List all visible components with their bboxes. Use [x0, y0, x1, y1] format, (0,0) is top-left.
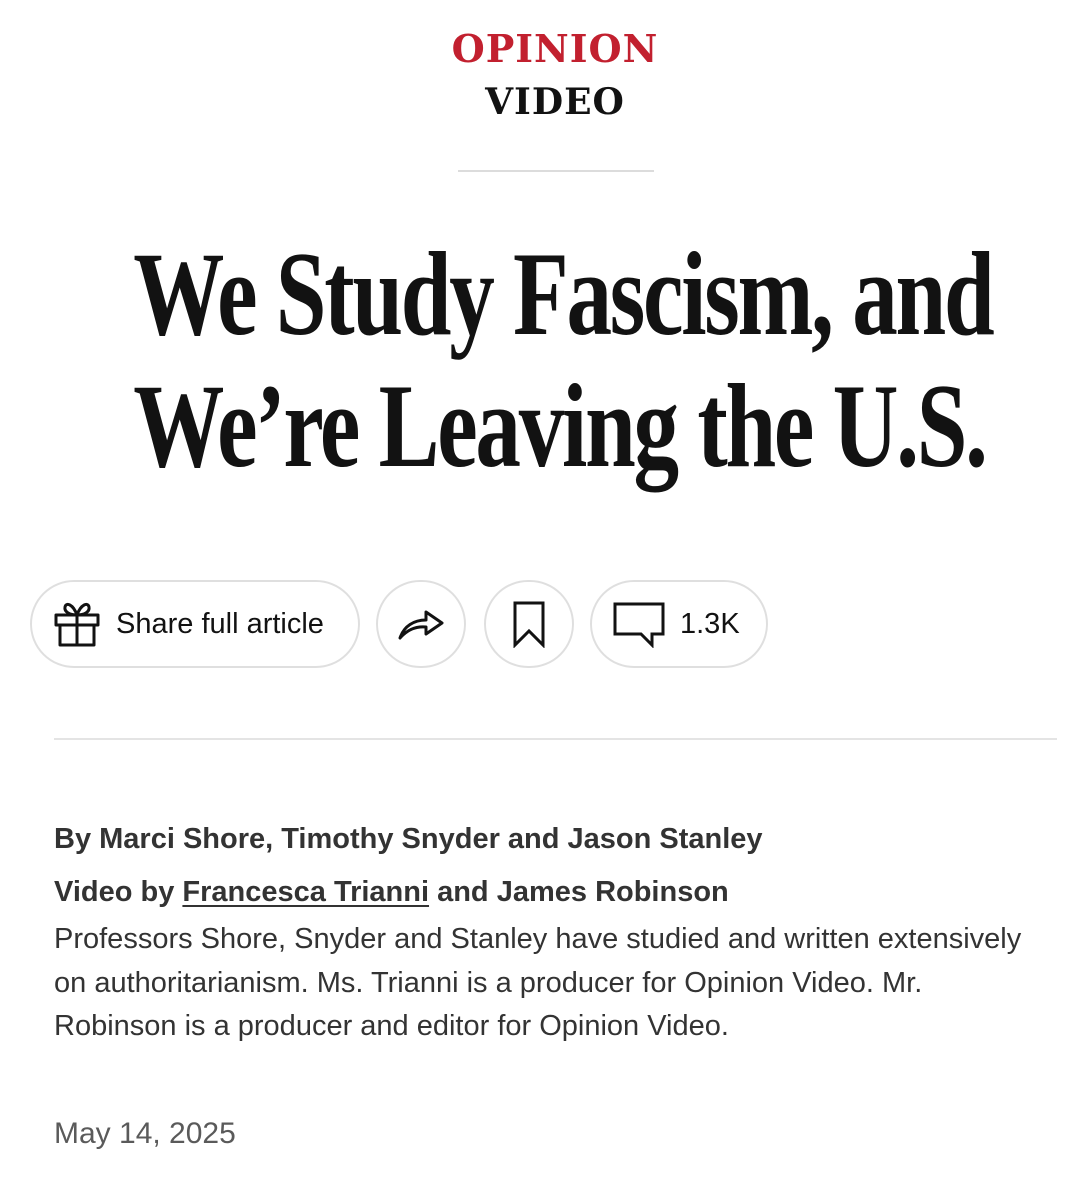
section-subkicker[interactable]: VIDEO [0, 82, 1079, 122]
gift-icon [52, 599, 102, 649]
author-byline: By Marci Shore, Timothy Snyder and Jason… [54, 823, 763, 855]
video-byline: Video by Francesca Trianni and James Rob… [54, 873, 729, 911]
section-kicker[interactable]: OPINION [0, 28, 1079, 70]
share-full-article-label: Share full article [116, 607, 324, 640]
headline-line-1: We Study Fascism, and [133, 227, 995, 360]
headline-line-2: We’re Leaving the U.S. [133, 359, 988, 492]
video-author-link[interactable]: Francesca Trianni [182, 876, 429, 908]
comments-button[interactable]: 1.3K [590, 580, 768, 668]
publish-date: May 14, 2025 [54, 1117, 236, 1150]
section-divider [54, 738, 1057, 740]
author-bio: Professors Shore, Snyder and Stanley hav… [54, 923, 1022, 1042]
bookmark-icon [511, 600, 547, 648]
comment-count: 1.3K [680, 607, 740, 640]
share-button[interactable] [376, 580, 466, 668]
video-byline-prefix: Video by [54, 876, 175, 908]
share-full-article-button[interactable]: Share full article [30, 580, 360, 668]
share-arrow-icon [396, 604, 446, 644]
video-byline-suffix: and James Robinson [437, 876, 729, 908]
article-headline: We Study Fascism, and We’re Leaving the … [133, 227, 995, 492]
kicker-divider [458, 170, 654, 172]
comment-bubble-icon [612, 600, 666, 648]
save-button[interactable] [484, 580, 574, 668]
